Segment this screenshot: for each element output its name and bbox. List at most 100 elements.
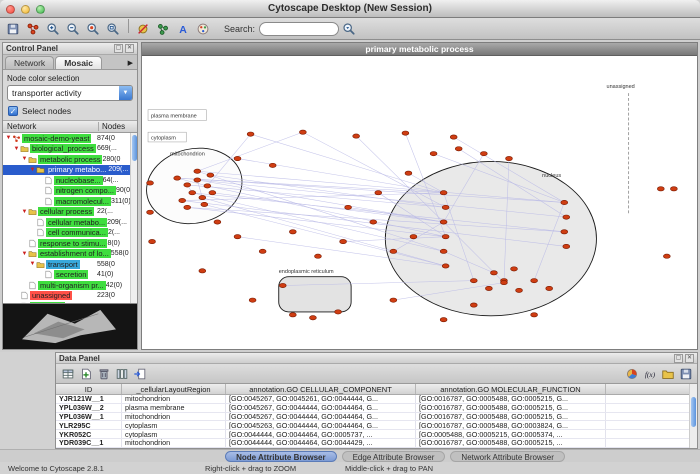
graph-node[interactable] bbox=[310, 316, 317, 320]
graph-node[interactable] bbox=[269, 163, 276, 167]
graph-node[interactable] bbox=[345, 205, 352, 209]
graph-node[interactable] bbox=[184, 183, 191, 187]
tree-row[interactable]: ▼transport558(0 bbox=[3, 259, 130, 270]
close-data-panel-icon[interactable]: ✕ bbox=[685, 354, 694, 363]
expand-arrow-icon[interactable]: ▼ bbox=[21, 156, 28, 162]
table-cell[interactable]: [GO:0016787, GO:0005488, GO:0005215, G..… bbox=[416, 413, 606, 421]
graph-node[interactable] bbox=[670, 187, 677, 191]
graph-node[interactable] bbox=[663, 254, 670, 258]
graph-node[interactable] bbox=[501, 280, 508, 284]
graph-node[interactable] bbox=[184, 205, 191, 209]
graph-node[interactable] bbox=[440, 318, 447, 322]
column-header--cellularlayoutregion[interactable]: _cellularLayoutRegion bbox=[122, 384, 226, 394]
graph-node[interactable] bbox=[480, 152, 487, 156]
graph-node[interactable] bbox=[490, 271, 497, 275]
tree-row[interactable]: nitrogen compo...90(0) bbox=[3, 186, 130, 197]
delete-attribute-button[interactable] bbox=[95, 365, 112, 382]
zoom-selected-button[interactable] bbox=[84, 19, 103, 38]
tab-network-attribute-browser[interactable]: Network Attribute Browser bbox=[450, 451, 564, 462]
table-cell[interactable]: [GO:0016787, GO:0005488, GO:0005215, G..… bbox=[416, 404, 606, 412]
graph-node[interactable] bbox=[563, 244, 570, 248]
graph-node[interactable] bbox=[370, 220, 377, 224]
graph-node[interactable] bbox=[531, 313, 538, 317]
table-cell[interactable]: cytoplasm bbox=[122, 430, 226, 438]
table-scrollbar-thumb[interactable] bbox=[691, 397, 696, 427]
node-color-dropdown[interactable]: transporter activity ▼ bbox=[7, 85, 133, 101]
float-panel-icon[interactable]: ▢ bbox=[114, 44, 123, 53]
minimize-window-button[interactable] bbox=[21, 5, 30, 14]
tab-mosaic[interactable]: Mosaic bbox=[55, 56, 102, 69]
network-canvas[interactable]: plasma membrane cytoplasm mitochondrion … bbox=[142, 56, 697, 349]
graph-node[interactable] bbox=[194, 169, 201, 173]
annotation-button[interactable]: A bbox=[174, 19, 193, 38]
graph-node[interactable] bbox=[234, 156, 241, 160]
function-button[interactable]: f(x) bbox=[641, 365, 658, 382]
search-input[interactable] bbox=[259, 22, 339, 36]
table-cell[interactable]: plasma membrane bbox=[122, 404, 226, 412]
tree-row[interactable]: cellular metabo...209(... bbox=[3, 217, 130, 228]
tree-row[interactable]: macromolecul...311(0) bbox=[3, 196, 130, 207]
tab-scroll-right-icon[interactable]: ▶ bbox=[128, 59, 135, 69]
float-data-panel-icon[interactable]: ▢ bbox=[674, 354, 683, 363]
graph-node[interactable] bbox=[442, 205, 449, 209]
graph-node[interactable] bbox=[279, 283, 286, 287]
graph-node[interactable] bbox=[375, 191, 382, 195]
create-attribute-button[interactable] bbox=[77, 365, 94, 382]
tree-row[interactable]: ▼metabolic process280(0 bbox=[3, 154, 130, 165]
graph-node[interactable] bbox=[179, 198, 186, 202]
graph-node[interactable] bbox=[259, 249, 266, 253]
graph-node[interactable] bbox=[506, 156, 513, 160]
table-cell[interactable]: mitochondrion bbox=[122, 395, 226, 403]
tab-network[interactable]: Network bbox=[5, 56, 54, 69]
network-column-header[interactable]: Network bbox=[3, 122, 99, 131]
table-cell[interactable]: mitochondrion bbox=[122, 439, 226, 447]
expand-arrow-icon[interactable]: ▼ bbox=[21, 251, 28, 257]
zoom-out-button[interactable] bbox=[64, 19, 83, 38]
graph-node[interactable] bbox=[289, 313, 296, 317]
graph-node[interactable] bbox=[455, 147, 462, 151]
table-row[interactable]: YPL036W__2plasma membrane[GO:0045267, GO… bbox=[56, 404, 697, 413]
expand-arrow-icon[interactable]: ▼ bbox=[29, 261, 36, 267]
table-cell[interactable]: [GO:0016787, GO:0005488, GO:0005215, G..… bbox=[416, 395, 606, 403]
graph-node[interactable] bbox=[174, 176, 181, 180]
table-cell[interactable]: [GO:0045267, GO:0045261, GO:0044444, G..… bbox=[226, 395, 416, 403]
graph-node[interactable] bbox=[563, 215, 570, 219]
tree-row[interactable]: ▼biological_process669(... bbox=[3, 144, 130, 155]
tab-node-attribute-browser[interactable]: Node Attribute Browser bbox=[225, 451, 337, 462]
tree-row[interactable]: ▼primary metabo...209(... bbox=[3, 165, 130, 176]
graph-node[interactable] bbox=[442, 235, 449, 239]
expand-arrow-icon[interactable]: ▼ bbox=[5, 135, 12, 141]
graph-node[interactable] bbox=[315, 254, 322, 258]
tree-scrollbar[interactable] bbox=[130, 133, 137, 303]
graph-node[interactable] bbox=[440, 249, 447, 253]
graph-node[interactable] bbox=[442, 264, 449, 268]
graph-node[interactable] bbox=[147, 210, 154, 214]
table-cell[interactable]: YKR052C bbox=[56, 430, 122, 438]
select-nodes-checkbox[interactable]: ✓ bbox=[8, 106, 18, 116]
graph-node[interactable] bbox=[199, 195, 206, 199]
graph-node[interactable] bbox=[516, 288, 523, 292]
expand-arrow-icon[interactable]: ▼ bbox=[29, 167, 36, 173]
graph-node[interactable] bbox=[440, 220, 447, 224]
graph-node[interactable] bbox=[234, 235, 241, 239]
table-cell[interactable]: mitochondrion bbox=[122, 413, 226, 421]
tree-row[interactable]: cell communica...2(... bbox=[3, 228, 130, 239]
graph-node[interactable] bbox=[470, 303, 477, 307]
graph-node[interactable] bbox=[561, 230, 568, 234]
table-cell[interactable]: cytoplasm bbox=[122, 421, 226, 429]
graph-node[interactable] bbox=[207, 173, 214, 177]
column-header-annotation-go-molecular-functi[interactable]: annotation.GO MOLECULAR_FUNCTION bbox=[416, 384, 606, 394]
folder-open-button[interactable] bbox=[659, 365, 676, 382]
table-scrollbar[interactable] bbox=[689, 384, 697, 448]
tree-row[interactable]: ▼establishment of lo...558(0 bbox=[3, 249, 130, 260]
tree-row[interactable]: ▼mosaic-demo-yeast874(0 bbox=[3, 133, 130, 144]
graph-node[interactable] bbox=[249, 298, 256, 302]
table-cell[interactable]: [GO:0044444, GO:0044464, GO:0044429, ... bbox=[226, 439, 416, 447]
table-cell[interactable]: YJR121W__1 bbox=[56, 395, 122, 403]
table-row[interactable]: YLR295Ccytoplasm[GO:0045263, GO:0044444,… bbox=[56, 421, 697, 430]
graph-node[interactable] bbox=[440, 191, 447, 195]
table-row[interactable]: YPL036W__1mitochondrion[GO:0045267, GO:0… bbox=[56, 413, 697, 422]
graph-node[interactable] bbox=[299, 130, 306, 134]
table-row[interactable]: YDR039C__1mitochondrion[GO:0044444, GO:0… bbox=[56, 439, 697, 448]
destroy-network-button[interactable] bbox=[24, 19, 43, 38]
